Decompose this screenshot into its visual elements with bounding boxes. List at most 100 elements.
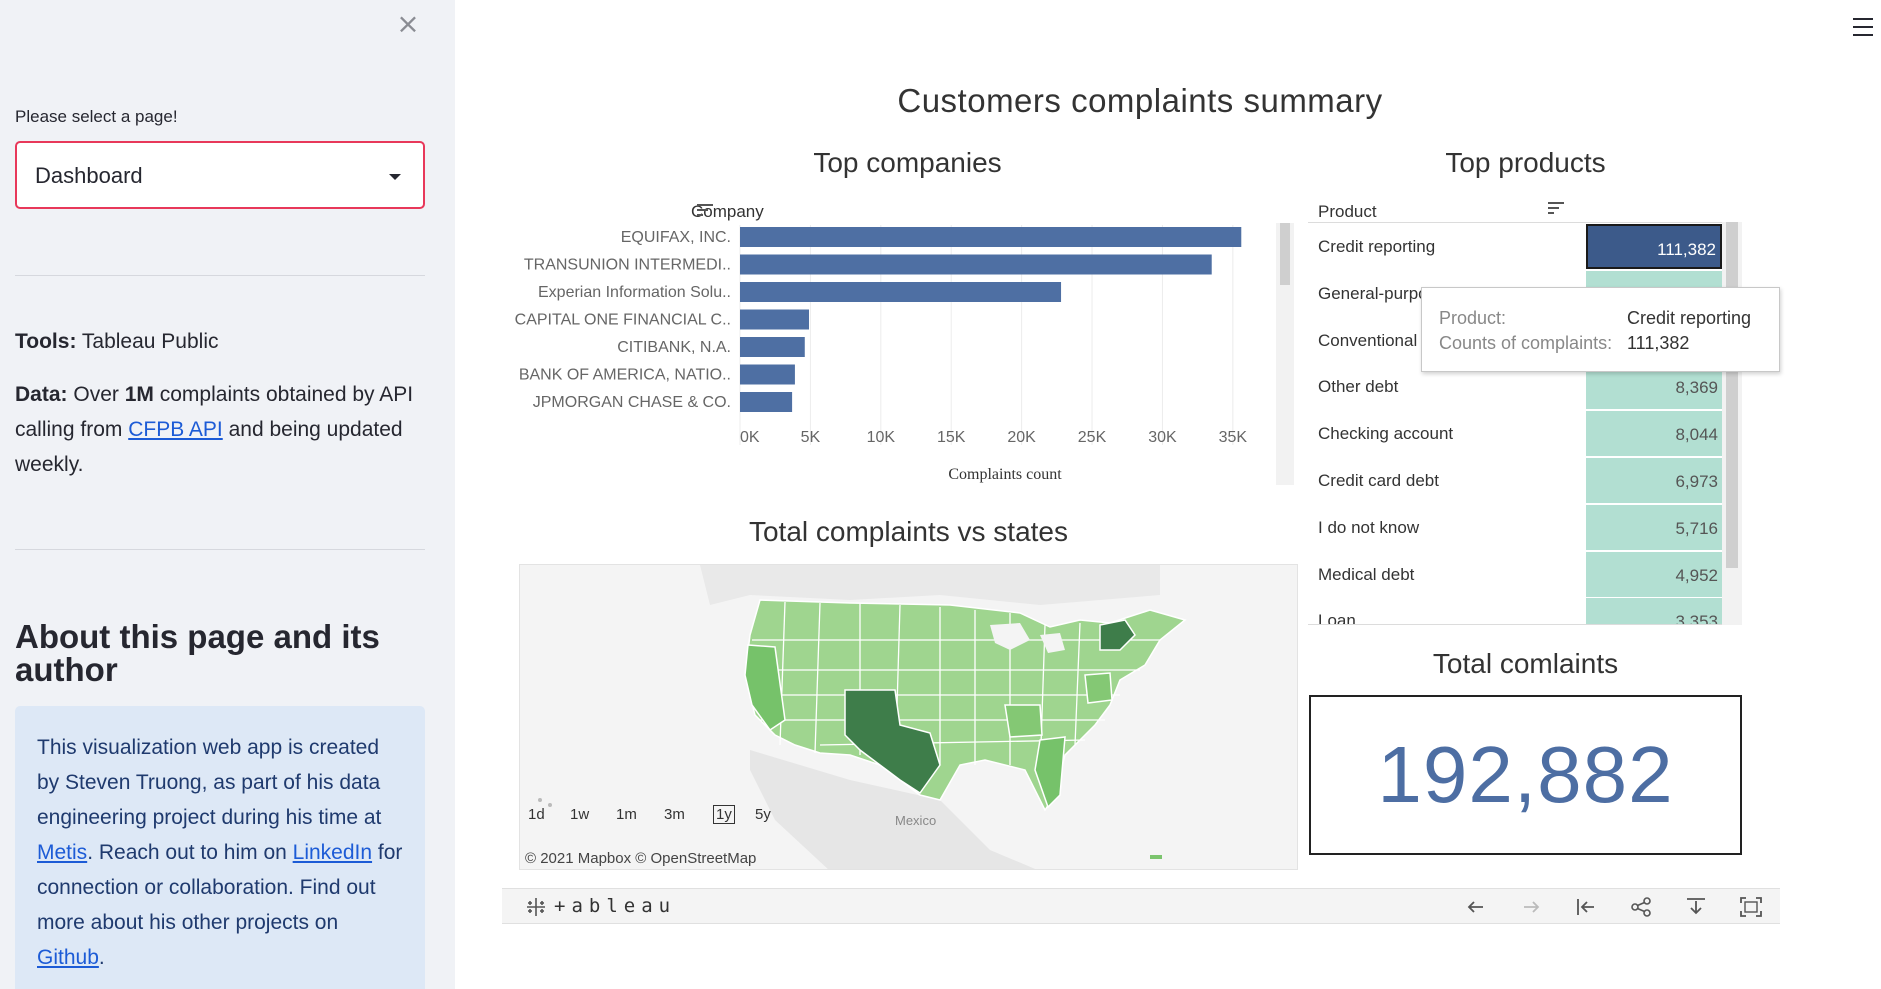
page-select-label: Please select a page!: [15, 107, 178, 126]
time-control-1y[interactable]: 1y: [713, 805, 735, 824]
page-select[interactable]: Dashboard: [15, 141, 425, 209]
divider: [15, 275, 425, 276]
product-count-cell[interactable]: 5,716: [1586, 504, 1722, 550]
linkedin-link[interactable]: LinkedIn: [293, 841, 372, 864]
map-attribution[interactable]: © 2021 Mapbox © OpenStreetMap: [525, 850, 756, 867]
category-label[interactable]: EQUIFAX, INC.: [621, 229, 731, 246]
divider: [15, 549, 425, 550]
redo-icon[interactable]: [1518, 895, 1544, 919]
category-label[interactable]: TRANSUNION INTERMEDI..: [524, 257, 731, 274]
product-row[interactable]: Credit reporting 111,382: [1308, 223, 1742, 269]
x-tick-label: 0K: [740, 429, 760, 446]
total-complaints-value: 192,882: [1377, 730, 1674, 819]
total-complaints-box: 192,882: [1309, 695, 1742, 855]
tools-text: Tools: Tableau Public: [15, 324, 425, 359]
about-text-1: This visualization web app is created by…: [37, 736, 382, 829]
x-tick-label: 25K: [1078, 429, 1107, 446]
products-list[interactable]: Credit reporting 111,382 General-purpo Conv…: [1308, 222, 1742, 625]
revert-icon[interactable]: [1573, 895, 1599, 919]
data-label: Data:: [15, 383, 68, 406]
product-count-cell[interactable]: 6,973: [1586, 458, 1722, 503]
product-name: General-purpo: [1318, 283, 1428, 303]
product-name: Conventional l: [1318, 330, 1426, 350]
share-icon[interactable]: [1628, 895, 1654, 919]
tooltip-count-value: 111,382: [1627, 333, 1690, 353]
time-control-1m[interactable]: 1m: [616, 806, 637, 823]
tableau-logo-icon[interactable]: [526, 897, 546, 917]
category-label[interactable]: JPMORGAN CHASE & CO.: [533, 394, 731, 411]
tooltip-count-key: Counts of complaints:: [1439, 333, 1613, 353]
page-select-value: Dashboard: [35, 163, 143, 188]
sort-icon[interactable]: [1548, 201, 1564, 215]
product-count-cell[interactable]: 111,382: [1586, 224, 1722, 269]
product-count-value: 5,716: [1675, 518, 1718, 538]
close-sidebar-icon[interactable]: ×: [394, 10, 422, 38]
bar[interactable]: [740, 227, 1242, 247]
product-count-cell[interactable]: 4,952: [1586, 551, 1722, 597]
sidebar: × Please select a page! Dashboard Tools:…: [0, 0, 455, 989]
product-row[interactable]: Medical debt 4,952: [1308, 551, 1742, 597]
tools-value: Tableau Public: [81, 330, 219, 353]
product-row[interactable]: Credit card debt 6,973: [1308, 457, 1742, 503]
download-icon[interactable]: [1683, 895, 1709, 919]
category-label[interactable]: Experian Information Solu..: [538, 284, 731, 301]
bar[interactable]: [740, 309, 809, 330]
companies-bar-chart: Company EQUIFAX, INC.TRANSUNION INTERMED…: [515, 202, 1294, 485]
tableau-logo-text[interactable]: +ableau: [554, 895, 676, 917]
category-label[interactable]: BANK OF AMERICA, NATIO..: [519, 367, 731, 384]
x-tick-label: 15K: [937, 429, 966, 446]
x-tick-label: 30K: [1148, 429, 1177, 446]
product-name: I do not know: [1318, 517, 1420, 537]
product-name: Credit card debt: [1318, 471, 1439, 490]
product-count-value: 8,369: [1675, 378, 1718, 398]
product-row[interactable]: I do not know 5,716: [1308, 504, 1742, 550]
product-count-value: 111,382: [1657, 240, 1716, 259]
about-text-2: . Reach out to him on: [87, 841, 287, 864]
x-tick-label: 10K: [867, 429, 896, 446]
bar[interactable]: [740, 254, 1212, 275]
hamburger-menu-icon[interactable]: [1853, 18, 1873, 36]
caret-down-icon: [389, 174, 401, 180]
product-name: Medical debt: [1318, 564, 1415, 584]
chart-scrollbar-thumb[interactable]: [1280, 223, 1290, 285]
tooltip-product-value: Credit reporting: [1627, 308, 1752, 328]
virginia-state[interactable]: [1084, 672, 1113, 704]
tooltip-product-key: Product:: [1439, 308, 1507, 328]
product-count-value: 3,353: [1675, 612, 1718, 625]
product-row[interactable]: Loan 3,353: [1308, 597, 1742, 625]
cfpb-api-link[interactable]: CFPB API: [128, 418, 223, 441]
georgia-state[interactable]: [1004, 704, 1043, 738]
tooltip: Product: Credit reporting Counts of comp…: [1421, 287, 1780, 372]
products-scrollbar[interactable]: [1722, 222, 1742, 625]
tableau-toolbar: +ableau: [502, 888, 1780, 924]
undo-icon[interactable]: [1463, 895, 1489, 919]
product-row[interactable]: Checking account 8,044: [1308, 410, 1742, 457]
about-info-box: This visualization web app is created by…: [15, 706, 425, 989]
product-count-cell[interactable]: 3,353: [1586, 598, 1722, 625]
bar[interactable]: [740, 364, 795, 385]
products-header: Product: [1318, 202, 1377, 221]
tools-label: Tools:: [15, 330, 77, 353]
time-control-1d[interactable]: 1d: [528, 806, 545, 823]
github-link[interactable]: Github: [37, 946, 99, 969]
products-scrollbar-thumb[interactable]: [1726, 222, 1738, 568]
category-label[interactable]: CAPITAL ONE FINANCIAL C..: [515, 312, 731, 329]
bar[interactable]: [740, 392, 793, 412]
bar[interactable]: [740, 282, 1062, 302]
time-control-1w[interactable]: 1w: [570, 806, 589, 823]
product-count-value: 4,952: [1675, 565, 1718, 585]
x-tick-label: 20K: [1007, 429, 1036, 446]
category-label[interactable]: CITIBANK, N.A.: [617, 339, 731, 356]
mexico-label: Mexico: [895, 813, 937, 828]
bar[interactable]: [740, 337, 805, 357]
product-count-cell[interactable]: 8,044: [1586, 411, 1722, 457]
time-control-5y[interactable]: 5y: [755, 806, 771, 823]
total-title: Total comlaints: [1432, 648, 1619, 679]
metis-link[interactable]: Metis: [37, 841, 87, 864]
time-control-3m[interactable]: 3m: [664, 806, 685, 823]
product-name: Other debt: [1318, 377, 1399, 397]
states-map[interactable]: 1d 1w 1m 3m 1y 5y Mexico © 2021 Mapbox © Open…: [519, 564, 1298, 870]
data-text: Data: Over 1M complaints obtained by API…: [15, 377, 425, 482]
dashboard-title: Customers complaints summary: [897, 82, 1383, 119]
fullscreen-icon[interactable]: [1738, 895, 1764, 919]
